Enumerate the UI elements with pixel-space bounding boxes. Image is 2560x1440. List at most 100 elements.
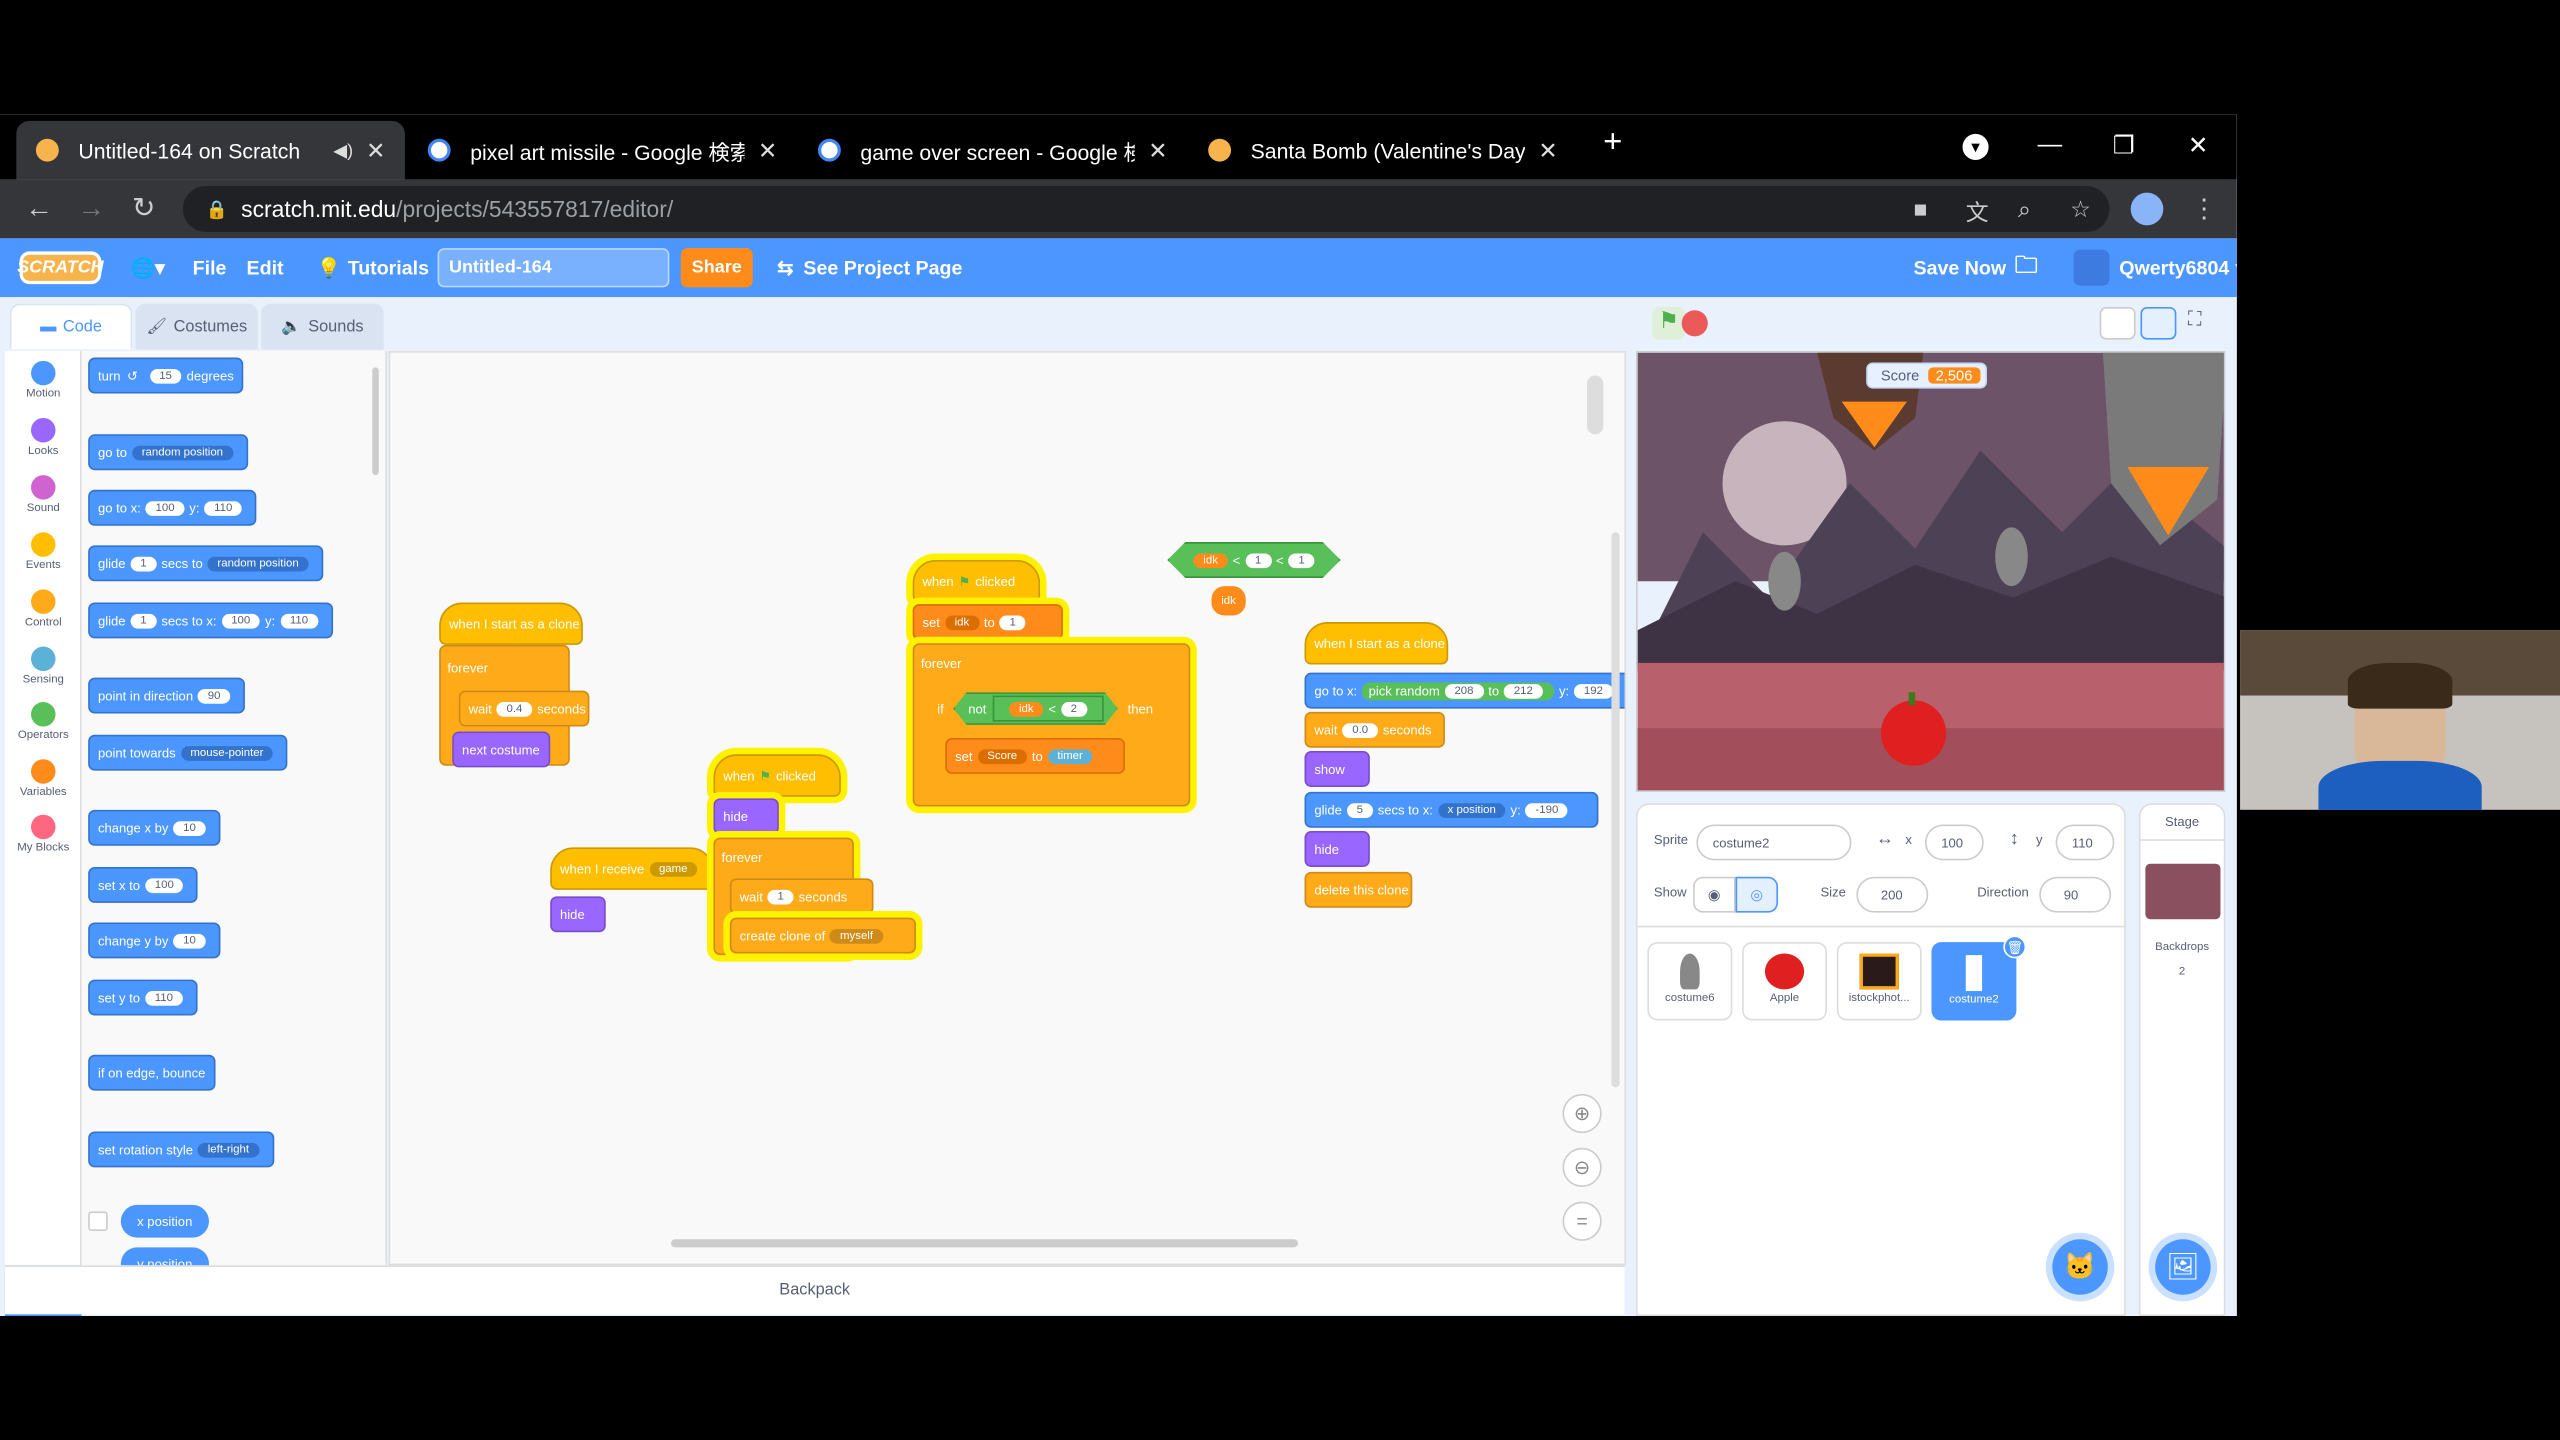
block-input[interactable]: 1 [1245, 553, 1271, 568]
x-position-reporter[interactable]: x position [120, 1204, 209, 1238]
glide-random-block[interactable]: glide 1 secs to random position [88, 545, 324, 582]
hat-when-flag-clicked[interactable]: when ⚑ clicked [713, 754, 841, 797]
y-position-reporter[interactable]: y position [120, 1247, 209, 1266]
category-variables[interactable]: Variables [5, 759, 82, 798]
close-tab-icon[interactable]: ✕ [1148, 136, 1167, 164]
backdrop-thumbnail[interactable] [2145, 863, 2221, 920]
set-variable-block[interactable]: set idk to 1 [912, 604, 1063, 641]
category-sensing[interactable]: Sensing [5, 646, 82, 686]
go-to-block[interactable]: go to random position [88, 434, 248, 471]
glide-xy-block[interactable]: glide 1 secs to x: 100 y: 110 [88, 602, 333, 639]
close-tab-icon[interactable]: ✕ [366, 136, 385, 164]
category-motion[interactable]: Motion [5, 360, 82, 400]
variable-reporter[interactable]: idk [1009, 701, 1043, 716]
reload-icon[interactable]: ↻ [118, 193, 170, 226]
sprite-thumb-costume6[interactable]: costume6 [1647, 942, 1733, 1021]
palette-scrollbar[interactable] [372, 367, 379, 476]
save-now-button[interactable]: Save Now [1914, 238, 2007, 297]
fullscreen-icon[interactable]: ⛶ [2188, 307, 2202, 331]
choose-sprite-button[interactable]: 🐱 [2052, 1239, 2108, 1295]
block-input[interactable]: 0.4 [496, 701, 533, 716]
next-costume-block[interactable]: next costume [452, 731, 551, 768]
camera-icon[interactable]: ■ [1914, 196, 1928, 222]
sprite-name-input[interactable]: costume2 [1696, 824, 1852, 861]
hide-block[interactable]: hide [1304, 831, 1370, 867]
close-tab-icon[interactable]: ✕ [758, 136, 777, 164]
stage-canvas[interactable]: Score 2,506 [1635, 351, 2226, 792]
wait-block[interactable]: wait 0.0 seconds [1304, 711, 1445, 748]
my-stuff-folder-icon[interactable]: 🗀 [2015, 238, 2038, 297]
block-input[interactable]: 1 [999, 614, 1026, 630]
stop-sign-icon[interactable] [1681, 310, 1708, 337]
block-input[interactable]: 208 [1444, 683, 1484, 698]
block-input[interactable]: 110 [280, 613, 318, 628]
hat-when-start-as-clone[interactable]: when I start as a clone [439, 602, 583, 645]
change-x-block[interactable]: change x by 10 [88, 809, 221, 846]
wait-block[interactable]: wait 1 seconds [729, 878, 874, 915]
category-my-blocks[interactable]: My Blocks [5, 814, 82, 854]
see-project-page-button[interactable]: ⇆ See Project Page [777, 238, 962, 297]
speaker-icon[interactable]: ◀) [333, 140, 353, 161]
pick-random-operator[interactable]: pick random 208 to 212 [1362, 681, 1555, 700]
block-input[interactable]: 1 [130, 613, 157, 628]
hide-eye-icon[interactable]: ◎ [1735, 876, 1779, 913]
share-button[interactable]: Share [680, 248, 753, 288]
zoom-in-button[interactable]: ⊕ [1562, 1093, 1602, 1134]
block-input[interactable]: 90 [197, 688, 231, 703]
hide-block[interactable]: hide [550, 896, 606, 933]
block-input[interactable]: 100 [221, 613, 261, 628]
tutorials-menu[interactable]: 💡 Tutorials [317, 238, 429, 297]
point-in-direction-block[interactable]: point in direction 90 [88, 677, 246, 714]
delete-clone-block[interactable]: delete this clone [1304, 871, 1413, 908]
zoom-icon[interactable]: ⌕ [2018, 196, 2031, 224]
category-control[interactable]: Control [5, 589, 82, 629]
block-input[interactable]: 0.0 [1342, 722, 1378, 738]
block-input[interactable]: 5 [1346, 802, 1373, 818]
hat-when-start-as-clone-2[interactable]: when I start as a clone [1304, 622, 1449, 665]
block-dropdown[interactable]: myself [830, 928, 883, 943]
less-than-operator[interactable]: idk <2 [993, 696, 1103, 722]
tab-search-icon[interactable]: ▼ [1962, 133, 1989, 161]
block-dropdown[interactable]: mouse-pointer [180, 745, 274, 761]
tab-costumes[interactable]: 🖌 Costumes [135, 303, 258, 350]
block-input[interactable]: 1 [130, 555, 157, 571]
edit-menu[interactable]: Edit [247, 238, 284, 297]
block-input[interactable]: 212 [1504, 683, 1543, 698]
sprite-thumb-costume2[interactable]: costume2 [1931, 942, 2017, 1021]
horizontal-scrollbar[interactable] [671, 1239, 1298, 1248]
floating-less-than-operator[interactable]: idk <1 <1 [1167, 542, 1340, 578]
block-input[interactable]: 15 [149, 368, 182, 383]
block-input[interactable]: 10 [173, 820, 206, 836]
tab-code[interactable]: ▬ Code [9, 303, 133, 350]
y-input[interactable]: 110 [2055, 824, 2115, 861]
close-tab-icon[interactable]: ✕ [1538, 136, 1557, 164]
choose-backdrop-button[interactable]: 🖼 [2155, 1239, 2211, 1295]
category-sound[interactable]: Sound [5, 475, 82, 514]
variable-reporter[interactable]: idk [1194, 553, 1228, 568]
tab-sounds[interactable]: 🔈 Sounds [261, 303, 384, 350]
category-events[interactable]: Events [5, 532, 82, 571]
create-clone-block[interactable]: create clone of myself [729, 917, 916, 954]
tab-untitled-scratch[interactable]: Untitled-164 on Scratch ◀) ✕ [16, 120, 405, 180]
show-eye-icon[interactable]: ◉ [1693, 876, 1736, 913]
back-icon[interactable]: ← [13, 193, 65, 226]
hat-when-i-receive[interactable]: when I receive game [550, 847, 714, 890]
green-flag-icon[interactable]: ⚑ [1652, 306, 1685, 340]
category-operators[interactable]: Operators [5, 702, 82, 741]
account-menu[interactable]: Qwerty6804 ▾ [2073, 238, 2237, 297]
bookmark-star-icon[interactable]: ☆ [2070, 196, 2091, 224]
sprite-thumb-istockphoto[interactable]: istockphot... [1836, 942, 1922, 1021]
translate-icon[interactable]: 文 [1966, 196, 1989, 229]
x-position-reporter[interactable]: x position [1437, 802, 1506, 818]
bounce-block[interactable]: if on edge, bounce [88, 1054, 216, 1091]
backpack[interactable]: Backpack [4, 1265, 1625, 1315]
block-input[interactable]: 100 [145, 500, 185, 516]
project-title-input[interactable]: Untitled-164 [437, 248, 670, 288]
scratch-logo[interactable]: SCRATCH [17, 251, 104, 285]
go-to-xy-block[interactable]: go to x: pick random 208 to 212 y: 192 [1304, 672, 1625, 709]
block-dropdown[interactable]: game [649, 861, 698, 876]
block-input[interactable]: 100 [144, 877, 184, 893]
language-menu[interactable]: 🌐▾ [131, 238, 165, 297]
if-block[interactable]: if not idk <2 then [929, 687, 1190, 729]
new-tab-button[interactable]: + [1603, 124, 1622, 162]
